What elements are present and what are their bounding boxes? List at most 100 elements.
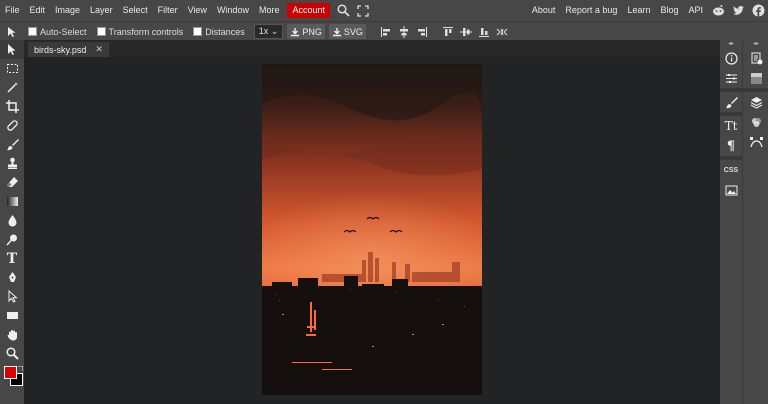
hand-tool[interactable] bbox=[0, 325, 24, 344]
twitter-icon[interactable] bbox=[731, 4, 745, 18]
link-about[interactable]: About bbox=[527, 0, 561, 21]
image-canvas[interactable] bbox=[262, 64, 482, 395]
fullscreen-icon[interactable] bbox=[356, 4, 370, 18]
document-tab[interactable]: birds-sky.psd ✕ bbox=[28, 42, 109, 57]
document-tab-bar: birds-sky.psd ✕ bbox=[24, 40, 720, 57]
path-select-tool[interactable] bbox=[0, 287, 24, 306]
history-panel-button[interactable] bbox=[743, 48, 768, 68]
swap-colors-icon[interactable] bbox=[18, 366, 23, 371]
shape-tool[interactable] bbox=[0, 306, 24, 325]
menu-more[interactable]: More bbox=[254, 0, 285, 21]
stamp-icon bbox=[7, 157, 17, 169]
dodge-tool[interactable] bbox=[0, 230, 24, 249]
crop-icon bbox=[5, 100, 19, 113]
right-panel-column-1: ◂▸ Tt ¶ CSS bbox=[720, 40, 742, 404]
clone-stamp-tool[interactable] bbox=[0, 154, 24, 173]
type-icon: T bbox=[6, 250, 18, 267]
export-svg-button[interactable]: SVG bbox=[328, 24, 366, 39]
foreground-color-swatch[interactable] bbox=[4, 366, 17, 379]
reddit-icon[interactable] bbox=[711, 4, 725, 18]
auto-select-box[interactable] bbox=[28, 27, 37, 36]
swatches-panel-button[interactable] bbox=[743, 68, 768, 88]
align-middle-icon[interactable] bbox=[459, 26, 472, 38]
zoom-tool[interactable] bbox=[0, 344, 24, 363]
color-swatches[interactable] bbox=[0, 363, 24, 391]
zoom-select[interactable]: 1x ⌄ bbox=[253, 24, 284, 39]
account-button[interactable]: Account bbox=[287, 3, 330, 18]
facebook-icon[interactable] bbox=[751, 4, 765, 18]
link-learn[interactable]: Learn bbox=[622, 0, 655, 21]
link-api[interactable]: API bbox=[683, 0, 708, 21]
sliders-icon bbox=[725, 73, 737, 83]
collapse-toggle[interactable]: ◂▸ bbox=[743, 40, 768, 48]
zoom-value: 1x bbox=[258, 26, 269, 36]
link-report-bug[interactable]: Report a bug bbox=[560, 0, 622, 21]
menu-window[interactable]: Window bbox=[212, 0, 254, 21]
align-right-icon[interactable] bbox=[416, 26, 428, 38]
distances-box[interactable] bbox=[193, 27, 203, 36]
blur-tool[interactable] bbox=[0, 211, 24, 230]
info-icon bbox=[724, 51, 738, 65]
css-label: CSS bbox=[723, 166, 739, 174]
menu-filter[interactable]: Filter bbox=[153, 0, 183, 21]
gradient-icon bbox=[6, 197, 18, 206]
bandage-icon bbox=[6, 120, 18, 131]
paths-icon bbox=[749, 136, 763, 147]
sunset-city-photo bbox=[262, 64, 482, 395]
eraser-tool[interactable] bbox=[0, 173, 24, 192]
transform-controls-box[interactable] bbox=[96, 27, 106, 36]
link-blog[interactable]: Blog bbox=[655, 0, 683, 21]
menu-layer[interactable]: Layer bbox=[85, 0, 118, 21]
distribute-icon[interactable] bbox=[496, 26, 508, 38]
css-panel-button[interactable]: CSS bbox=[720, 160, 742, 180]
character-panel-button[interactable]: Tt bbox=[720, 116, 742, 136]
auto-select-label: Auto-Select bbox=[40, 26, 87, 37]
move-tool[interactable] bbox=[0, 40, 24, 59]
pen-tool[interactable] bbox=[0, 268, 24, 287]
layers-panel-button[interactable] bbox=[743, 92, 768, 112]
pen-icon bbox=[8, 272, 16, 282]
menu-edit[interactable]: Edit bbox=[25, 0, 51, 21]
auto-select-checkbox[interactable]: Auto-Select bbox=[28, 27, 87, 37]
align-left-icon[interactable] bbox=[380, 26, 392, 38]
align-center-icon[interactable] bbox=[398, 25, 410, 38]
magic-wand-tool[interactable] bbox=[0, 78, 24, 97]
export-png-button[interactable]: PNG bbox=[287, 24, 325, 39]
close-icon[interactable]: ✕ bbox=[95, 44, 103, 55]
info-panel-button[interactable] bbox=[720, 48, 742, 68]
align-bottom-icon[interactable] bbox=[478, 26, 490, 38]
channels-icon bbox=[751, 117, 761, 127]
image-icon bbox=[725, 185, 737, 195]
healing-tool[interactable] bbox=[0, 116, 24, 135]
download-icon bbox=[332, 27, 341, 36]
brush-tool[interactable] bbox=[0, 135, 24, 154]
menu-view[interactable]: View bbox=[183, 0, 212, 21]
paragraph-panel-button[interactable]: ¶ bbox=[720, 136, 742, 156]
paths-panel-button[interactable] bbox=[743, 132, 768, 152]
menu-bar: File Edit Image Layer Select Filter View… bbox=[0, 0, 768, 21]
transform-controls-checkbox[interactable]: Transform controls bbox=[96, 27, 183, 37]
brush-icon bbox=[725, 96, 738, 108]
right-panel-column-2: ◂▸ bbox=[742, 40, 768, 404]
brushes-panel-button[interactable] bbox=[720, 92, 742, 112]
move-icon bbox=[7, 44, 15, 55]
eraser-icon bbox=[6, 177, 18, 187]
marquee-tool[interactable] bbox=[0, 59, 24, 78]
gradient-tool[interactable] bbox=[0, 192, 24, 211]
download-icon bbox=[291, 27, 300, 36]
crop-tool[interactable] bbox=[0, 97, 24, 116]
distances-checkbox[interactable]: Distances bbox=[193, 27, 245, 37]
menu-select[interactable]: Select bbox=[118, 0, 153, 21]
move-tool-icon bbox=[4, 26, 22, 38]
properties-panel-button[interactable] bbox=[720, 68, 742, 88]
search-icon[interactable] bbox=[336, 4, 350, 18]
marquee-icon bbox=[6, 64, 18, 73]
zoom-icon bbox=[5, 347, 19, 360]
align-top-icon[interactable] bbox=[442, 26, 454, 38]
menu-file[interactable]: File bbox=[0, 0, 25, 21]
image-panel-button[interactable] bbox=[720, 180, 742, 200]
type-tool[interactable]: T bbox=[0, 249, 24, 268]
menu-image[interactable]: Image bbox=[50, 0, 85, 21]
channels-panel-button[interactable] bbox=[743, 112, 768, 132]
collapse-toggle[interactable]: ◂▸ bbox=[720, 40, 742, 48]
